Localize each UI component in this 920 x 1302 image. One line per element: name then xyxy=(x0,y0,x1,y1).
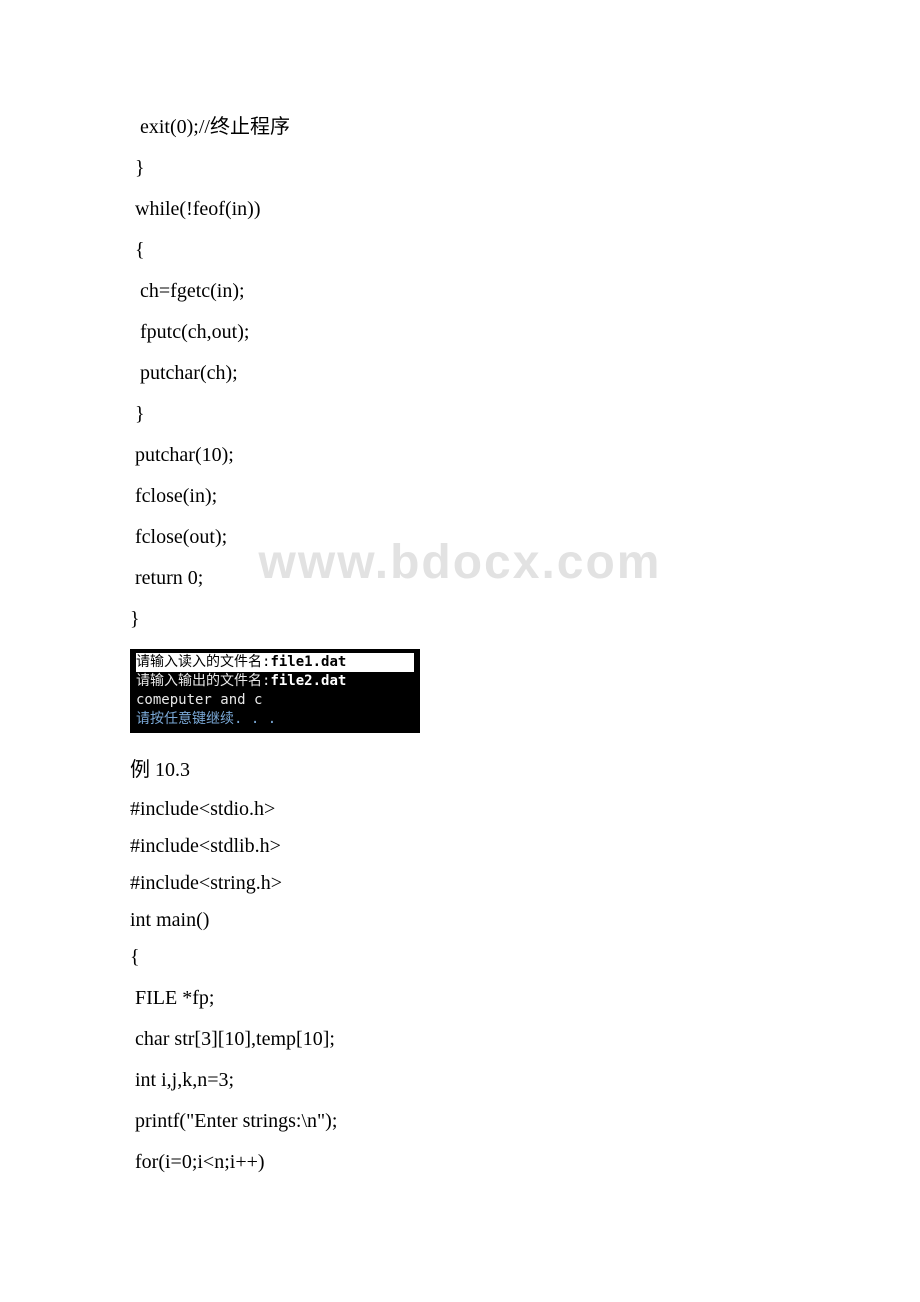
code-line: fclose(in); xyxy=(130,485,790,508)
console-line-4: 请按任意键继续. . . xyxy=(136,710,414,729)
code-line: fclose(out); xyxy=(130,526,790,549)
code-line: putchar(10); xyxy=(130,444,790,467)
code-line: printf("Enter strings:\n"); xyxy=(130,1110,790,1133)
example-label: 例 10.3 xyxy=(130,753,790,782)
code-line: exit(0);//终止程序 xyxy=(130,110,790,139)
code-line: putchar(ch); xyxy=(130,362,790,385)
code-line: #include<stdio.h> xyxy=(130,798,790,821)
code-line: #include<stdlib.h> xyxy=(130,835,790,858)
code-line: ch=fgetc(in); xyxy=(130,280,790,303)
code-line: for(i=0;i<n;i++) xyxy=(130,1151,790,1174)
console-line-1: 请输入读入的文件名:file1.dat xyxy=(136,653,414,672)
console-input-1: file1.dat xyxy=(270,654,346,670)
code-block-1: exit(0);//终止程序 } while(!feof(in)) { ch=f… xyxy=(130,110,790,631)
code-line: #include<string.h> xyxy=(130,872,790,895)
code-line: } xyxy=(130,608,790,631)
document-content: exit(0);//终止程序 } while(!feof(in)) { ch=f… xyxy=(0,0,920,1232)
code-line: int main() xyxy=(130,909,790,932)
code-line: while(!feof(in)) xyxy=(130,198,790,221)
console-input-2: file2.dat xyxy=(270,673,346,689)
console-prompt-2: 请输入输出的文件名: xyxy=(136,673,270,689)
code-line: { xyxy=(130,946,790,969)
code-line: fputc(ch,out); xyxy=(130,321,790,344)
code-line: } xyxy=(130,157,790,180)
console-output: 请输入读入的文件名:file1.dat 请输入输出的文件名:file2.dat … xyxy=(130,649,420,733)
code-line: int i,j,k,n=3; xyxy=(130,1069,790,1092)
code-block-2: #include<stdio.h> #include<stdlib.h> #in… xyxy=(130,798,790,1174)
console-prompt-1: 请输入读入的文件名: xyxy=(136,654,270,670)
console-line-3: comeputer and c xyxy=(136,691,414,710)
console-line-2: 请输入输出的文件名:file2.dat xyxy=(136,672,414,691)
code-line: return 0; xyxy=(130,567,790,590)
code-line: char str[3][10],temp[10]; xyxy=(130,1028,790,1051)
code-line: { xyxy=(130,239,790,262)
code-line: } xyxy=(130,403,790,426)
code-line: FILE *fp; xyxy=(130,987,790,1010)
